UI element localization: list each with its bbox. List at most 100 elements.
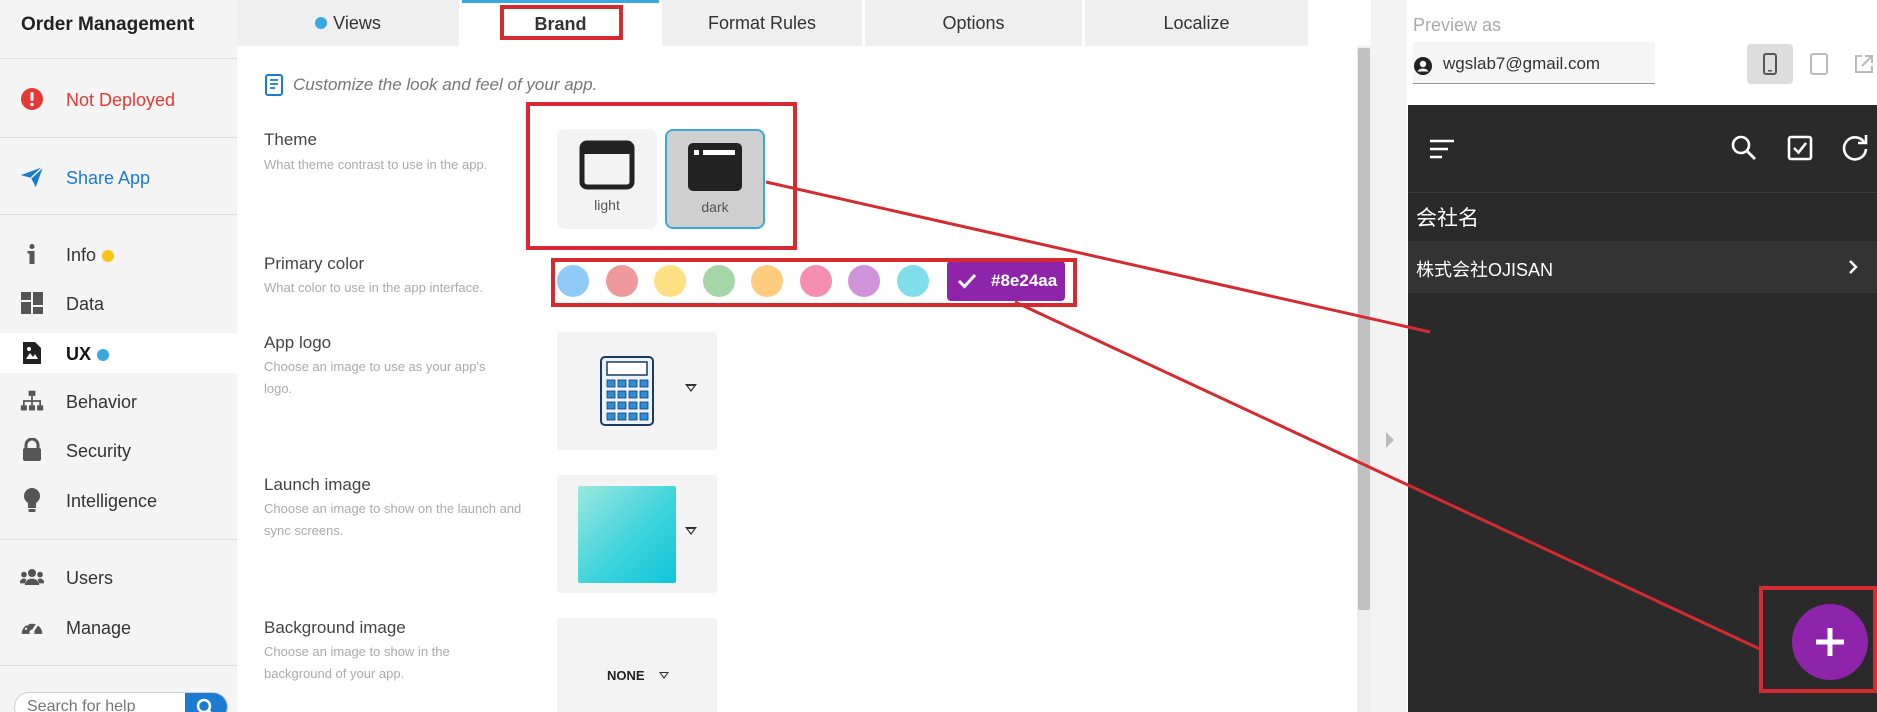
primary-color-label: Primary color — [264, 254, 365, 273]
sidebar-item-label: Manage — [66, 618, 132, 638]
book-icon — [265, 74, 283, 96]
device-phone-button[interactable] — [1747, 44, 1793, 84]
color-swatch[interactable] — [654, 265, 686, 297]
primary-color-description: What color to use in the app interface. — [264, 280, 483, 295]
app-logo-label: App logo — [264, 333, 332, 352]
sidebar-item-security[interactable]: Security — [0, 430, 237, 470]
background-image-label: Background image — [264, 618, 406, 637]
tab-format-rules[interactable]: Format Rules — [662, 0, 862, 46]
check-icon — [957, 273, 977, 289]
menu-icon[interactable] — [1428, 138, 1456, 160]
tablet-icon — [1810, 53, 1828, 75]
open-external-button[interactable] — [1843, 44, 1877, 84]
hierarchy-icon — [20, 389, 44, 413]
sidebar-item-label: Security — [66, 441, 132, 461]
sidebar-item-data[interactable]: Data — [0, 283, 237, 323]
editor-panel: Views Brand Format Rules Options Localiz… — [237, 0, 1371, 712]
app-logo-description: Choose an image to use as your app's log… — [264, 359, 486, 396]
device-tablet-button[interactable] — [1796, 44, 1842, 84]
send-icon — [20, 165, 44, 189]
calculator-icon — [600, 356, 654, 426]
background-image-value: NONE — [607, 668, 645, 683]
sidebar-item-intelligence[interactable]: Intelligence — [0, 480, 237, 520]
sidebar-item-label: UX — [66, 344, 92, 364]
color-swatch[interactable] — [751, 265, 783, 297]
collapse-panel-toggle[interactable] — [1371, 0, 1407, 712]
search-icon[interactable] — [1730, 134, 1758, 162]
theme-option-light[interactable]: light — [557, 129, 657, 229]
theme-option-dark[interactable]: dark — [665, 129, 765, 229]
color-swatch[interactable] — [702, 265, 735, 297]
info-icon — [20, 242, 44, 266]
preview-user-email: wgslab7@gmail.com — [1443, 54, 1601, 73]
sidebar: Order Management Not Deployed Share App … — [0, 0, 237, 712]
users-icon — [20, 565, 44, 589]
preview-app-bar — [1408, 105, 1877, 192]
chevron-right-icon — [1849, 260, 1858, 274]
views-status-dot — [315, 17, 328, 29]
add-button[interactable] — [1792, 604, 1868, 680]
gauge-icon — [20, 615, 44, 639]
tab-views[interactable]: Views — [237, 0, 459, 46]
help-search-input[interactable] — [27, 698, 177, 712]
external-link-icon — [1855, 55, 1873, 73]
theme-label: Theme — [264, 130, 317, 149]
tab-brand[interactable]: Brand — [462, 0, 659, 46]
launch-image-picker[interactable] — [557, 475, 717, 593]
color-swatch[interactable] — [557, 265, 589, 297]
info-status-dot — [102, 250, 115, 263]
color-swatch[interactable] — [848, 265, 880, 297]
sidebar-item-info[interactable]: Info — [0, 234, 237, 274]
ux-status-dot — [97, 349, 110, 362]
search-button[interactable] — [185, 693, 227, 712]
checkbox-icon[interactable] — [1787, 135, 1813, 161]
share-app-link[interactable]: Share App — [0, 157, 237, 197]
preview-row-value: 株式会社OJISAN — [1416, 260, 1554, 280]
sidebar-item-label: Data — [66, 294, 105, 314]
background-image-picker[interactable]: NONE — [557, 618, 717, 712]
sidebar-item-label: Behavior — [66, 392, 138, 412]
theme-description: What theme contrast to use in the app. — [264, 157, 488, 172]
sidebar-item-manage[interactable]: Manage — [0, 607, 237, 647]
tab-localize[interactable]: Localize — [1085, 0, 1308, 46]
lock-icon — [20, 438, 44, 462]
chevron-down-icon[interactable] — [685, 527, 697, 535]
preview-user-field[interactable]: wgslab7@gmail.com — [1413, 42, 1655, 84]
refresh-icon[interactable] — [1840, 133, 1870, 163]
account-circle-icon — [1414, 57, 1432, 75]
light-window-icon — [579, 140, 635, 190]
deploy-status-label: Not Deployed — [66, 90, 176, 110]
scrollbar-thumb[interactable] — [1358, 48, 1370, 610]
selected-color-chip[interactable]: #8e24aa — [947, 261, 1065, 301]
dark-window-icon — [688, 143, 742, 191]
preview-as-label: Preview as — [1413, 15, 1502, 35]
selected-color-hex: #8e24aa — [991, 271, 1058, 290]
tab-options[interactable]: Options — [865, 0, 1082, 46]
share-app-label: Share App — [66, 168, 151, 188]
sidebar-item-behavior[interactable]: Behavior — [0, 381, 237, 421]
error-icon — [20, 87, 44, 111]
deploy-status[interactable]: Not Deployed — [0, 79, 237, 119]
sidebar-item-users[interactable]: Users — [0, 557, 237, 597]
ux-icon — [20, 341, 44, 365]
lightbulb-icon — [20, 488, 44, 512]
help-search[interactable] — [14, 692, 228, 712]
brand-hint: Customize the look and feel of your app. — [264, 74, 597, 96]
color-swatch[interactable] — [896, 265, 929, 297]
phone-icon — [1763, 53, 1777, 75]
caret-right-icon — [1386, 432, 1394, 448]
sidebar-item-label: Users — [66, 568, 114, 588]
app-logo-picker[interactable] — [557, 332, 717, 450]
launch-image-label: Launch image — [264, 475, 371, 494]
search-icon — [196, 698, 212, 712]
launch-image-preview — [578, 486, 676, 583]
sidebar-item-ux[interactable]: UX — [0, 333, 237, 373]
background-image-description: Choose an image to show in the backgroun… — [264, 644, 450, 681]
chevron-down-icon[interactable] — [685, 384, 697, 392]
launch-image-description: Choose an image to show on the launch an… — [264, 501, 522, 538]
preview-list-item[interactable]: 株式会社OJISAN — [1408, 241, 1877, 293]
color-swatch[interactable] — [799, 265, 832, 297]
plus-icon — [1816, 628, 1844, 656]
color-swatch[interactable] — [605, 265, 638, 297]
chevron-down-icon[interactable] — [659, 672, 669, 679]
